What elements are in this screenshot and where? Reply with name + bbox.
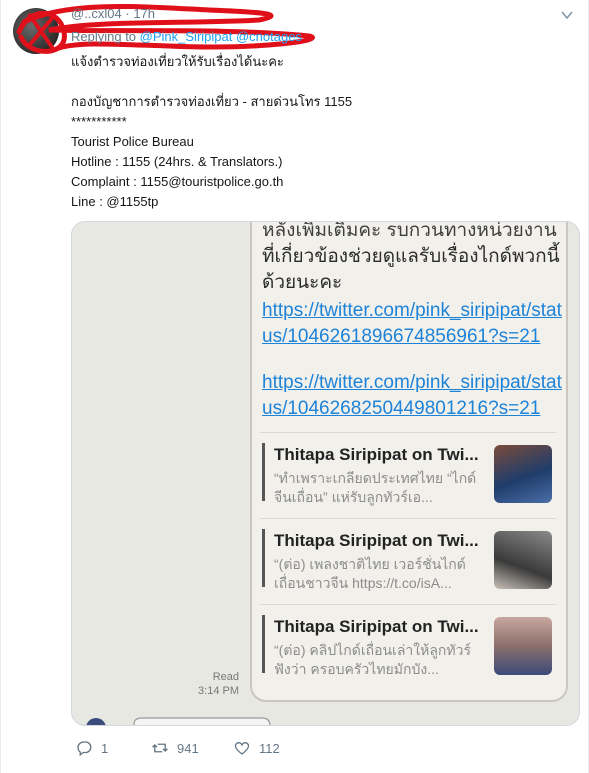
reply-action[interactable]: 1: [75, 739, 108, 757]
chat-bubble: หลังเพิ่มเติมคะ รบกวนทางหน่วยงาน ที่เกี่…: [250, 221, 568, 702]
chat-screenshot: หลังเพิ่มเติมคะ รบกวนทางหน่วยงาน ที่เกี่…: [72, 222, 579, 725]
reply-count: 1: [101, 740, 109, 756]
read-receipt: Read 3:14 PM: [197, 670, 239, 698]
link-card: Thitapa Siripipat on Twi... “(ต่อ) คลิปไ…: [260, 604, 556, 684]
reply-icon: [77, 741, 92, 757]
chat-link-2: https://twitter.com/pink_siripipat/statu…: [262, 372, 562, 419]
card-accent-bar: [262, 529, 265, 587]
reply-context: Replying to @Pink_Siripipat @cnotages: [71, 29, 302, 44]
card-thumbnail: [494, 445, 552, 503]
retweet-action[interactable]: 941: [151, 739, 199, 757]
link-card: Thitapa Siripipat on Twi... “ทำเพราะเกลี…: [260, 432, 556, 512]
chat-link-1: https://twitter.com/pink_siripipat/statu…: [262, 300, 562, 347]
card-accent-bar: [262, 443, 265, 501]
retweet-count: 941: [177, 740, 199, 756]
chat-message: หลังเพิ่มเติมคะ รบกวนทางหน่วยงาน ที่เกี่…: [262, 221, 562, 422]
reply-prefix: Replying to: [71, 29, 137, 44]
chevron-down-icon[interactable]: [560, 8, 574, 22]
card-thumbnail: [494, 617, 552, 675]
card-thumbnail: [494, 531, 552, 589]
reply-mentions[interactable]: @Pink_Siripipat @cnotages: [140, 29, 302, 44]
card-snippet: “(ต่อ) เพลงชาติไทย เวอร์ชั่นไกด์เถื่อนชา…: [274, 556, 466, 591]
card-accent-bar: [262, 615, 265, 673]
read-time: 3:14 PM: [198, 685, 239, 697]
card-snippet: “(ต่อ) คลิปไกด์เถื่อนเล่าให้ลูกทัวร์ฟังว…: [274, 642, 472, 677]
chat-text-cut: หลังเพิ่มเติมคะ รบกวนทางหน่วยงาน: [262, 221, 557, 241]
card-title: Thitapa Siripipat on Twi...: [274, 531, 479, 550]
chat-text-body: ที่เกี่ยวข้องช่วยดูแลรับเรื่องไกด์พวกนี้…: [262, 246, 560, 293]
card-title: Thitapa Siripipat on Twi...: [274, 617, 479, 636]
tweet-image[interactable]: หลังเพิ่มเติมคะ รบกวนทางหน่วยงาน ที่เกี่…: [71, 221, 580, 726]
next-message-peek: [86, 717, 271, 725]
heart-icon: [234, 741, 250, 755]
card-title: Thitapa Siripipat on Twi...: [274, 445, 479, 464]
tweet: @..cxl04 · 17h Replying to @Pink_Siripip…: [0, 0, 589, 773]
retweet-icon: [152, 743, 168, 753]
tweet-actions: 1 941 112: [71, 739, 571, 763]
card-snippet: “ทำเพราะเกลียดประเทศไทย “ไกด์จีนเถื่อน” …: [274, 470, 477, 505]
tweet-text: แจ้งตำรวจท่องเที่ยวให้รับเรื่องได้นะคะ ก…: [71, 54, 353, 209]
tweet-handle[interactable]: @..cxl04 · 17h: [71, 6, 155, 21]
like-action[interactable]: 112: [233, 739, 280, 757]
read-label: Read: [212, 671, 239, 683]
like-count: 112: [259, 740, 280, 756]
link-card: Thitapa Siripipat on Twi... “(ต่อ) เพลงช…: [260, 518, 556, 598]
